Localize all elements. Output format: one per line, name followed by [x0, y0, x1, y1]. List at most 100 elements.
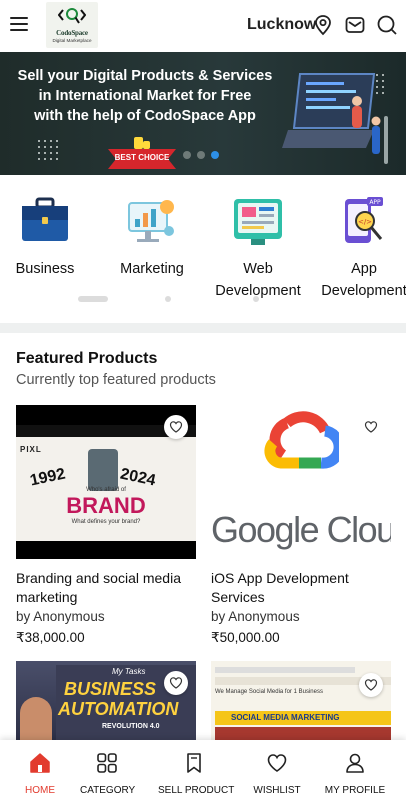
product-thumbnail[interactable]: We Manage Social Media for 1 Business SO… — [211, 661, 391, 740]
svg-text:</>: </> — [358, 218, 372, 226]
wishlist-button[interactable] — [164, 415, 188, 439]
featured-subtitle: Currently top featured products — [16, 372, 216, 388]
thumb-phone — [88, 449, 118, 491]
bookmark-icon — [187, 753, 201, 773]
product-title[interactable]: iOS App Development Services — [211, 569, 391, 607]
marketing-analytics-icon — [128, 200, 174, 242]
profile-icon — [346, 753, 364, 773]
category-label-line-2: Development — [321, 283, 406, 299]
nav-sell-product[interactable]: SELL PRODUCT — [158, 752, 234, 796]
carousel-dot-active[interactable] — [211, 151, 219, 159]
product-title-line-1: iOS App Development — [211, 570, 349, 586]
product-thumbnail[interactable]: My Tasks BUSINESS AUTOMATION REVOLUTION … — [16, 661, 196, 740]
nav-label: MY PROFILE — [324, 785, 386, 796]
category-label: Business — [15, 261, 75, 277]
nav-home[interactable]: HOME — [18, 752, 62, 796]
codospace-logo[interactable]: CodoSpace Digital Marketplace — [46, 2, 98, 48]
nav-label: WISHLIST — [253, 785, 301, 796]
thumb-line-3: REVOLUTION 4.0 — [102, 723, 160, 730]
search-icon[interactable] — [376, 14, 398, 36]
category-business[interactable]: Business — [14, 195, 76, 280]
by-prefix: by — [211, 609, 226, 624]
product-price: ₹38,000.00 — [16, 630, 85, 645]
logo-tagline: Digital Marketplace — [52, 38, 92, 43]
category-scroll-indicator — [165, 296, 171, 302]
briefcase-icon — [22, 197, 68, 241]
thumb-person — [20, 697, 52, 740]
product-title-line-1: Branding and social media — [16, 570, 181, 586]
home-icon — [30, 753, 50, 773]
product-thumbnail[interactable]: PIXL 1992 2024 Who's afraid of BRAND Wha… — [16, 405, 196, 559]
city-label[interactable]: Lucknow — [247, 16, 316, 34]
google-cloud-logo-icon — [264, 411, 339, 469]
web-development-icon — [234, 199, 282, 245]
category-label-line-1: App — [351, 261, 377, 277]
product-card[interactable]: We Manage Social Media for 1 Business SO… — [211, 661, 391, 740]
banner-line-2: in International Market for Free — [38, 88, 252, 104]
nav-category[interactable]: CATEGORY — [80, 752, 136, 796]
thumb-cloud-text: Google Cloud — [211, 509, 391, 550]
category-grid-icon — [97, 753, 117, 773]
category-label: Marketing — [120, 261, 184, 277]
product-price: ₹50,000.00 — [211, 630, 280, 645]
product-thumbnail[interactable]: Google Cloud — [211, 405, 391, 559]
category-web-development[interactable]: Web Development — [210, 195, 306, 302]
product-card[interactable]: Google Cloud iOS App Development Service… — [211, 405, 391, 646]
menu-icon[interactable] — [10, 17, 28, 31]
carousel-dots[interactable] — [183, 151, 219, 159]
heart-outline-icon — [364, 679, 378, 691]
thumb-line-1: We Manage Social Media for 1 Business — [215, 689, 323, 695]
location-pin-icon[interactable] — [312, 14, 334, 36]
category-scroll-indicator — [78, 296, 108, 302]
product-author: by Anonymous — [211, 609, 391, 624]
app-header: CodoSpace Digital Marketplace Lucknow — [0, 0, 406, 52]
promo-banner[interactable]: Sell your Digital Products & Services in… — [0, 52, 406, 175]
carousel-dot[interactable] — [197, 151, 205, 159]
heart-outline-icon — [364, 421, 378, 433]
heart-outline-icon — [169, 677, 183, 689]
category-scroll-indicator — [253, 296, 259, 302]
featured-title: Featured Products — [16, 350, 158, 367]
thumb-brand: PIXL — [20, 445, 42, 454]
mail-icon[interactable] — [344, 14, 366, 36]
thumb-line-1: BUSINESS — [64, 679, 157, 699]
thumb-line-2: AUTOMATION — [58, 699, 179, 719]
category-app-development[interactable]: APP </> App Development — [318, 195, 406, 302]
category-marketing[interactable]: Marketing — [114, 195, 190, 280]
thumb-kicker: My Tasks — [112, 667, 146, 676]
author-name: Anonymous — [228, 609, 300, 624]
product-title-line-2: Services — [211, 589, 265, 605]
wishlist-button[interactable] — [359, 415, 383, 439]
svg-text:APP: APP — [369, 199, 381, 206]
nav-my-profile[interactable]: MY PROFILE — [324, 752, 386, 796]
nav-label: CATEGORY — [80, 785, 136, 796]
product-title-line-2: marketing — [16, 589, 78, 605]
bottom-navigation: HOME CATEGORY SELL PRODUCT WISHLIST MY P… — [0, 740, 406, 800]
product-card[interactable]: PIXL 1992 2024 Who's afraid of BRAND Wha… — [16, 405, 196, 646]
category-label-line-1: Web — [243, 261, 273, 277]
category-strip[interactable]: Business Marketing Web Development APP <… — [0, 175, 406, 323]
wishlist-button[interactable] — [359, 673, 383, 697]
dot-pattern — [36, 138, 62, 160]
thumb-headline: BRAND — [66, 493, 146, 518]
by-prefix: by — [16, 609, 31, 624]
thumb-nav-bar — [16, 541, 196, 559]
heart-outline-icon — [169, 421, 183, 433]
logo-magnifier-icon — [58, 8, 86, 24]
heart-icon — [267, 754, 287, 772]
product-title[interactable]: Branding and social media marketing — [16, 569, 196, 607]
best-choice-badge: BEST CHOICE — [108, 135, 176, 169]
carousel-dot[interactable] — [183, 151, 191, 159]
thumbs-up-icon — [108, 137, 176, 169]
thumb-line-2: SOCIAL MEDIA MARKETING — [231, 713, 340, 722]
wishlist-button[interactable] — [164, 671, 188, 695]
nav-wishlist[interactable]: WISHLIST — [250, 752, 304, 796]
nav-label: HOME — [25, 785, 55, 796]
banner-line-1: Sell your Digital Products & Services — [17, 68, 273, 84]
thumb-bottom — [215, 727, 391, 740]
laptop-illustration — [282, 73, 388, 164]
product-card[interactable]: My Tasks BUSINESS AUTOMATION REVOLUTION … — [16, 661, 196, 740]
section-divider — [0, 323, 406, 333]
thumb-search-bar — [215, 667, 355, 673]
logo-name: CodoSpace — [56, 29, 88, 37]
